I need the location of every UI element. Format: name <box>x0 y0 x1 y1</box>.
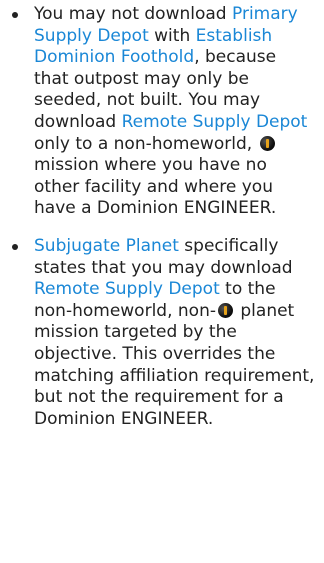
rules-list: You may not download Primary Supply Depo… <box>0 4 324 430</box>
link-subjugate-planet[interactable]: Subjugate Planet <box>34 236 179 256</box>
dominion-icon <box>217 302 233 318</box>
text-segment: mission where you have no other facility… <box>34 155 277 219</box>
link-remote-supply-depot[interactable]: Remote Supply Depot <box>122 112 308 132</box>
list-item: You may not download Primary Supply Depo… <box>0 4 324 220</box>
link-remote-supply-depot[interactable]: Remote Supply Depot <box>34 279 220 299</box>
list-item: Subjugate Planet specifically states tha… <box>0 236 324 430</box>
text-segment: You may not download <box>34 4 232 24</box>
bullet-dot <box>12 12 18 18</box>
dominion-icon <box>259 135 275 151</box>
bullet-dot <box>12 243 18 250</box>
text-segment: with <box>148 25 196 46</box>
text-segment: only to a non-homeworld, <box>34 133 258 154</box>
